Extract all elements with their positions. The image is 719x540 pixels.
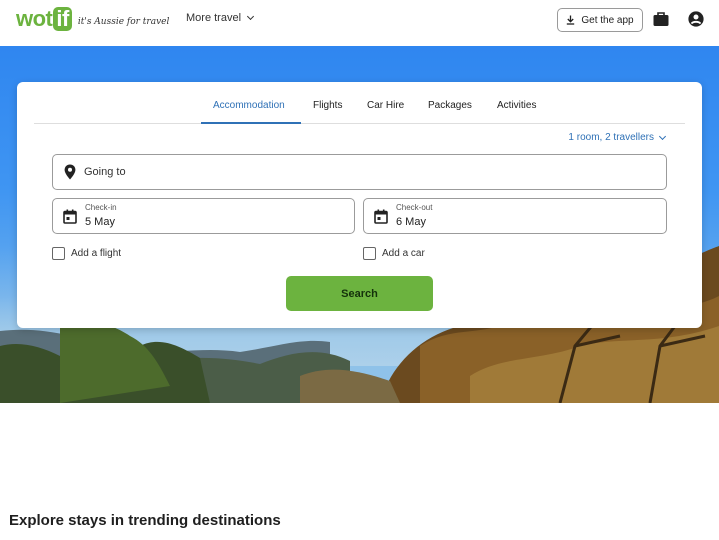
search-button[interactable]: Search (286, 276, 433, 311)
check-in-value: 5 May (85, 216, 115, 228)
going-to-field[interactable]: Going to (52, 154, 667, 190)
travellers-selector[interactable]: 1 room, 2 travellers (568, 132, 667, 143)
search-tabs: Accommodation Flights Car Hire Packages … (34, 82, 685, 124)
get-the-app-label: Get the app (581, 14, 634, 26)
add-car-checkbox[interactable]: Add a car (363, 247, 425, 260)
tab-activities[interactable]: Activities (497, 100, 536, 111)
add-flight-checkbox[interactable]: Add a flight (52, 247, 121, 260)
check-out-label: Check-out (396, 203, 433, 212)
checkbox-box[interactable] (363, 247, 376, 260)
briefcase-icon[interactable] (652, 10, 670, 28)
check-out-field[interactable]: Check-out 6 May (363, 198, 667, 234)
search-form-card: Accommodation Flights Car Hire Packages … (17, 82, 702, 328)
calendar-icon (63, 209, 77, 224)
tab-flights[interactable]: Flights (313, 100, 342, 111)
chevron-down-icon (658, 132, 667, 140)
more-travel-label: More travel (186, 12, 242, 24)
account-icon[interactable] (687, 10, 705, 28)
get-the-app-button[interactable]: Get the app (557, 8, 643, 32)
chevron-down-icon (246, 12, 255, 21)
download-icon (567, 15, 575, 25)
travellers-label: 1 room, 2 travellers (568, 132, 654, 143)
top-header: wot if it's Aussie for travel More travel… (0, 0, 719, 46)
logo-tagline: it's Aussie for travel (77, 17, 170, 27)
checkbox-box[interactable] (52, 247, 65, 260)
wotif-logo[interactable]: wot if it's Aussie for travel (16, 6, 169, 32)
tab-accommodation[interactable]: Accommodation (213, 100, 285, 111)
more-travel-menu[interactable]: More travel (186, 12, 255, 24)
add-flight-label: Add a flight (71, 248, 122, 259)
location-pin-icon (64, 164, 76, 180)
calendar-icon (374, 209, 388, 224)
going-to-placeholder: Going to (84, 166, 126, 178)
tab-car-hire[interactable]: Car Hire (367, 100, 404, 111)
check-in-field[interactable]: Check-in 5 May (52, 198, 355, 234)
add-car-label: Add a car (382, 248, 425, 259)
logo-wordmark: wot if (16, 6, 72, 32)
tab-packages[interactable]: Packages (428, 100, 472, 111)
check-out-value: 6 May (396, 216, 426, 228)
active-tab-indicator (201, 122, 301, 124)
check-in-label: Check-in (85, 203, 117, 212)
explore-heading: Explore stays in trending destinations (9, 512, 281, 529)
